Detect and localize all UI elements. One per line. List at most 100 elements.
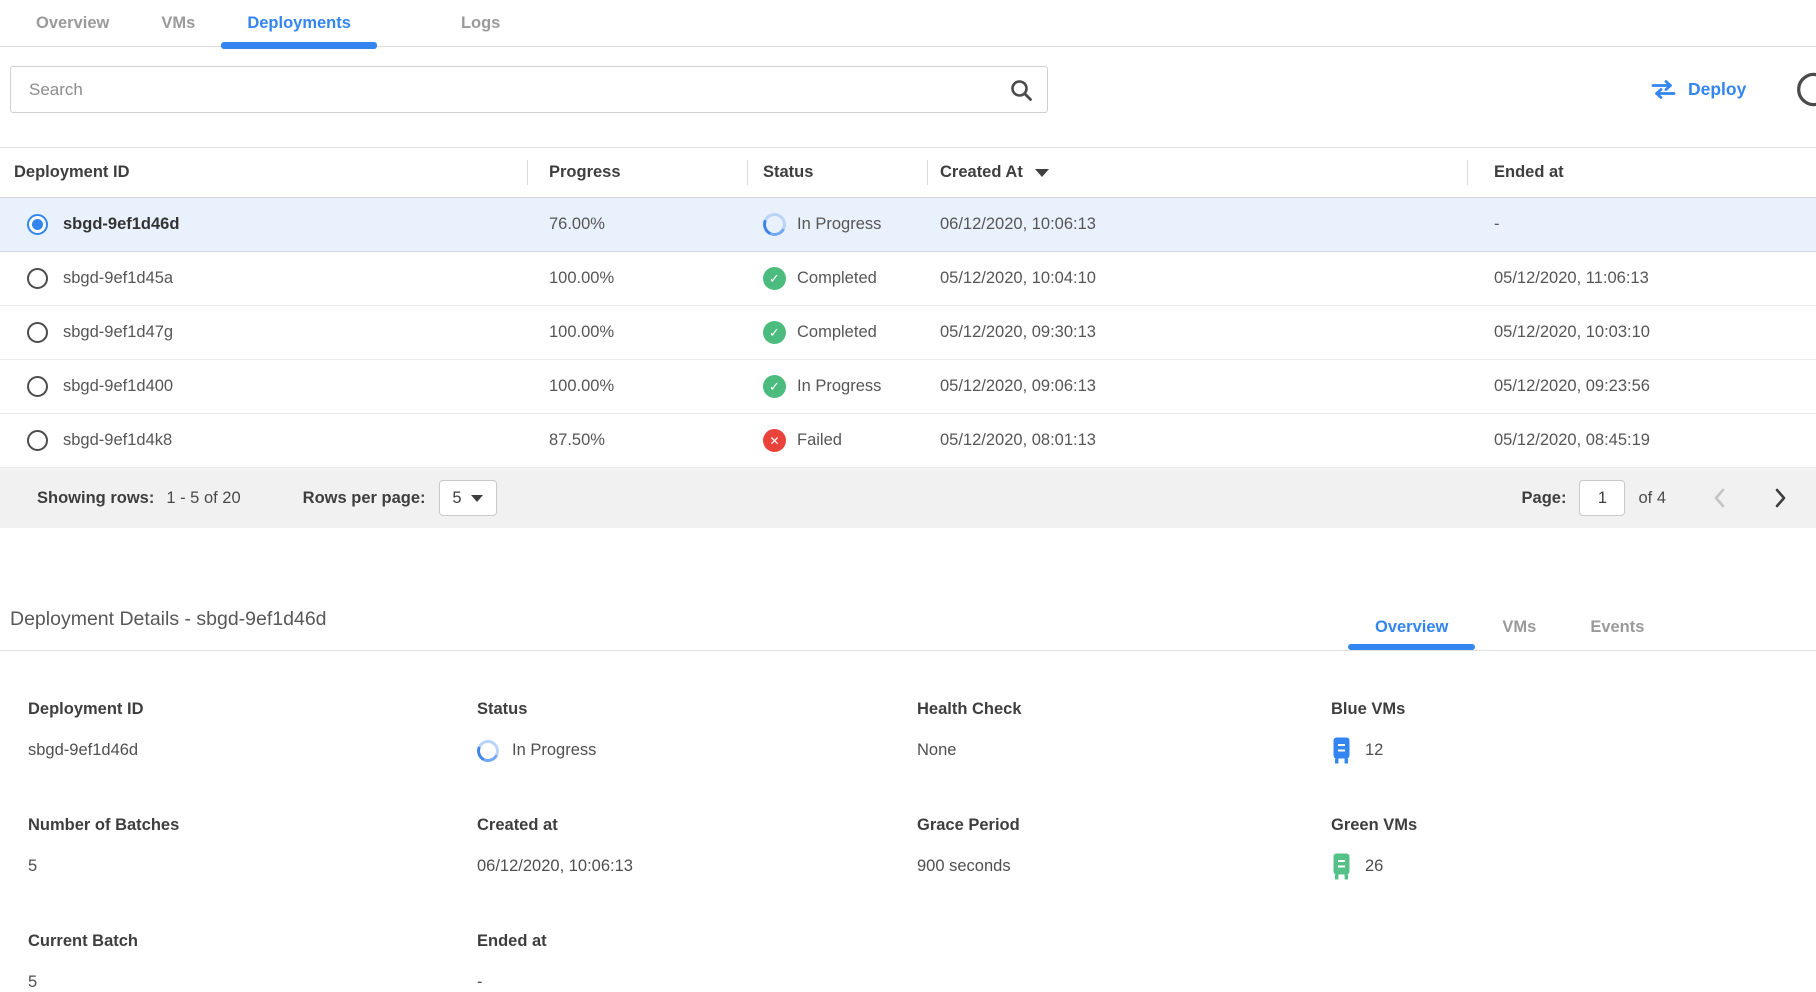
field-value: None — [917, 737, 1331, 764]
in-progress-spinner-icon — [760, 210, 789, 239]
deploy-button[interactable]: Deploy — [1650, 72, 1746, 106]
tab-overview[interactable]: Overview — [10, 0, 135, 47]
ended-at-cell: 05/12/2020, 11:06:13 — [1467, 269, 1816, 288]
tab-details-vms[interactable]: VMs — [1475, 604, 1563, 650]
field-label: Grace Period — [917, 816, 1331, 835]
deployment-id-cell: sbgd-9ef1d400 — [63, 377, 173, 396]
table-row[interactable]: sbgd-9ef1d45a 100.00% Completed 05/12/20… — [0, 252, 1816, 306]
column-header-status[interactable]: Status — [747, 147, 927, 198]
field-value: 06/12/2020, 10:06:13 — [477, 853, 917, 880]
field-value: 900 seconds — [917, 853, 1331, 880]
field-green-vms: Green VMs 26 — [1331, 816, 1800, 880]
tab-details-overview[interactable]: Overview — [1348, 604, 1475, 650]
field-ended-at: Ended at - — [477, 932, 917, 992]
column-header-ended-at[interactable]: Ended at — [1467, 147, 1816, 198]
status-cell: In Progress — [747, 375, 927, 398]
showing-rows-value: 1 - 5 of 20 — [166, 489, 240, 508]
deployment-id-cell: sbgd-9ef1d47g — [63, 323, 173, 342]
ended-at-cell: 05/12/2020, 08:45:19 — [1467, 431, 1816, 450]
field-label: Current Batch — [28, 932, 477, 951]
page-label: Page: — [1522, 489, 1567, 508]
status-cell: Completed — [747, 267, 927, 290]
field-value: 26 — [1331, 853, 1800, 880]
column-header-created-at[interactable]: Created At — [927, 147, 1467, 198]
rows-per-page-select[interactable]: 5 — [439, 480, 497, 516]
table-row[interactable]: sbgd-9ef1d4k8 87.50% Failed 05/12/2020, … — [0, 414, 1816, 468]
radio-button[interactable] — [27, 268, 48, 289]
field-label: Health Check — [917, 700, 1331, 719]
showing-rows-label: Showing rows: — [37, 489, 154, 508]
table-row[interactable]: sbgd-9ef1d47g 100.00% Completed 05/12/20… — [0, 306, 1816, 360]
status-cell: Failed — [747, 429, 927, 452]
in-progress-spinner-icon — [474, 736, 502, 764]
status-cell: In Progress — [747, 213, 927, 236]
sort-descending-icon — [1035, 169, 1049, 177]
field-label: Status — [477, 700, 917, 719]
details-divider — [0, 650, 1816, 651]
radio-button[interactable] — [27, 322, 48, 343]
swap-arrows-icon — [1650, 79, 1677, 100]
deploy-label: Deploy — [1688, 79, 1746, 100]
table-header-row: Deployment ID Progress Status Created At… — [0, 147, 1816, 198]
top-tab-bar: Overview VMs Deployments Logs — [0, 0, 1816, 47]
created-at-cell: 05/12/2020, 08:01:13 — [927, 431, 1467, 450]
field-grace-period: Grace Period 900 seconds — [917, 816, 1331, 880]
created-at-cell: 05/12/2020, 10:04:10 — [927, 269, 1467, 288]
progress-cell: 76.00% — [527, 215, 747, 234]
radio-button[interactable] — [27, 376, 48, 397]
field-value: 12 — [1331, 737, 1800, 764]
field-label: Created at — [477, 816, 917, 835]
refresh-icon[interactable] — [1792, 68, 1816, 112]
created-at-cell: 05/12/2020, 09:30:13 — [927, 323, 1467, 342]
tab-details-events[interactable]: Events — [1563, 604, 1671, 650]
completed-check-icon — [763, 267, 786, 290]
deployments-table: Deployment ID Progress Status Created At… — [0, 147, 1816, 528]
table-row[interactable]: sbgd-9ef1d46d 76.00% In Progress 06/12/2… — [0, 198, 1816, 252]
chevron-left-icon — [1712, 487, 1726, 509]
field-label: Ended at — [477, 932, 917, 951]
field-value: In Progress — [477, 737, 917, 764]
radio-button[interactable] — [27, 214, 48, 235]
rows-per-page-value: 5 — [452, 489, 461, 508]
search-input[interactable] — [11, 67, 1047, 112]
failed-cross-icon — [763, 429, 786, 452]
tab-vms[interactable]: VMs — [135, 0, 221, 47]
field-label: Blue VMs — [1331, 700, 1800, 719]
field-label: Number of Batches — [28, 816, 477, 835]
details-tab-bar: Overview VMs Events — [1348, 604, 1671, 650]
created-at-cell: 06/12/2020, 10:06:13 — [927, 215, 1467, 234]
rows-per-page-label: Rows per page: — [303, 489, 426, 508]
column-header-progress[interactable]: Progress — [527, 147, 747, 198]
completed-check-icon — [763, 375, 786, 398]
tab-logs[interactable]: Logs — [435, 0, 526, 47]
created-at-cell: 05/12/2020, 09:06:13 — [927, 377, 1467, 396]
completed-check-icon — [763, 321, 786, 344]
field-label: Green VMs — [1331, 816, 1800, 835]
progress-cell: 100.00% — [527, 323, 747, 342]
field-value: sbgd-9ef1d46d — [28, 737, 477, 764]
details-grid: Deployment ID sbgd-9ef1d46d Status In Pr… — [28, 700, 1800, 992]
table-pagination-bar: Showing rows: 1 - 5 of 20 Rows per page:… — [0, 468, 1816, 528]
next-page-button[interactable] — [1770, 483, 1792, 513]
progress-cell: 100.00% — [527, 377, 747, 396]
deployments-page: Overview VMs Deployments Logs Deploy Dep… — [0, 0, 1816, 992]
details-title: Deployment Details - sbgd-9ef1d46d — [10, 608, 327, 631]
search-icon[interactable] — [1009, 78, 1034, 108]
field-label: Deployment ID — [28, 700, 477, 719]
ended-at-cell: - — [1467, 215, 1816, 234]
tab-deployments[interactable]: Deployments — [221, 0, 377, 47]
field-value: - — [477, 969, 917, 992]
progress-cell: 87.50% — [527, 431, 747, 450]
radio-button[interactable] — [27, 430, 48, 451]
field-deployment-id: Deployment ID sbgd-9ef1d46d — [28, 700, 477, 764]
field-blue-vms: Blue VMs 12 — [1331, 700, 1800, 764]
progress-cell: 100.00% — [527, 269, 747, 288]
table-row[interactable]: sbgd-9ef1d400 100.00% In Progress 05/12/… — [0, 360, 1816, 414]
field-value: 5 — [28, 853, 477, 880]
column-header-deployment-id[interactable]: Deployment ID — [0, 147, 527, 198]
field-number-of-batches: Number of Batches 5 — [28, 816, 477, 880]
page-input[interactable] — [1579, 480, 1625, 516]
deployment-id-cell: sbgd-9ef1d4k8 — [63, 431, 172, 450]
field-current-batch: Current Batch 5 — [28, 932, 477, 992]
previous-page-button[interactable] — [1708, 483, 1730, 513]
